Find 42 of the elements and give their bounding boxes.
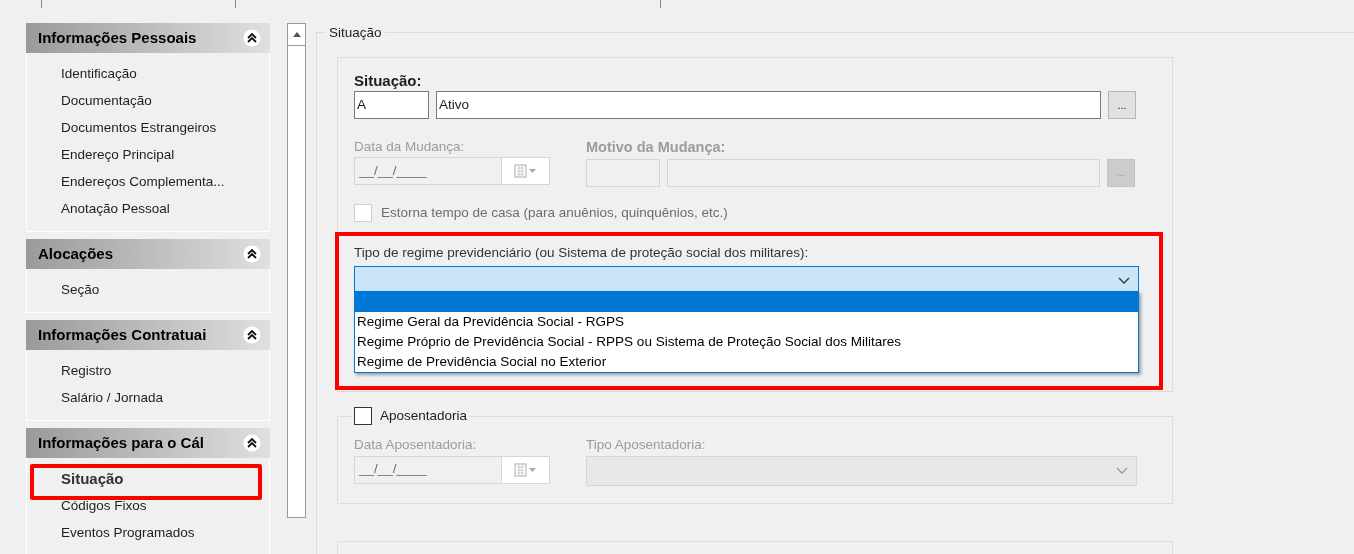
nav-item[interactable]: Endereços Complementa...	[61, 172, 225, 193]
nav-item[interactable]: Registro	[61, 361, 112, 382]
field-label: Situação:	[354, 72, 423, 90]
checkbox-label: Aposentadoria	[380, 407, 468, 426]
nav-item[interactable]: Seção	[61, 280, 100, 301]
nav-item[interactable]: Eventos Programados	[61, 523, 195, 544]
collapse-icon[interactable]	[242, 244, 262, 264]
calendar-icon	[513, 462, 538, 477]
name-field[interactable]: Ativo	[436, 91, 1101, 119]
nav-item[interactable]: Endereço Principal	[61, 145, 175, 166]
nav-item[interactable]: Anotação Pessoal	[61, 199, 170, 220]
nav-item[interactable]: Salário / Jornada	[61, 388, 164, 409]
scroll-up-icon[interactable]	[292, 32, 301, 37]
nav-item[interactable]: Documentos Estrangeiros	[61, 118, 217, 139]
section-header[interactable]: Informações para o Cál	[26, 428, 270, 458]
dropdown-option[interactable]: Regime de Previdência Social no Exterior	[355, 352, 1138, 372]
field-label: Tipo Aposentadoria:	[586, 436, 707, 455]
dropdown-option[interactable]: Regime Geral da Previdência Social - RGPS	[355, 312, 1138, 332]
nav-item[interactable]: Identificação	[61, 64, 137, 85]
field-label: Data da Mudança:	[354, 138, 466, 156]
checkbox-label: Estorna tempo de casa (para anuênios, quinquênios, etc.)	[381, 203, 728, 222]
field-label: Tipo de regime previdenciário (ou Sistema de proteção social dos militares):	[354, 244, 810, 262]
dropdown-option[interactable]: Regime Próprio de Previdência Social - RPPS ou Sistema de Proteção Social dos Militares	[355, 332, 1138, 352]
nav-item[interactable]: Códigos Fixos	[61, 496, 147, 517]
field-label: Motivo da Mudança:	[586, 138, 727, 157]
name-field[interactable]	[667, 158, 1100, 187]
nav-item[interactable]: Situação	[61, 468, 124, 491]
field-label: Data Aposentadoria:	[354, 436, 478, 455]
code-field[interactable]: A	[354, 91, 429, 119]
section-header[interactable]: Informações Contratuai	[26, 320, 270, 350]
browse-button[interactable]: ...	[1108, 91, 1136, 119]
chevron-down-icon	[1116, 466, 1128, 475]
nav-item[interactable]: Documentação	[61, 91, 152, 112]
collapse-icon[interactable]	[242, 433, 262, 453]
section-header[interactable]: Alocações	[26, 239, 270, 269]
collapse-icon[interactable]	[242, 325, 262, 345]
code-field[interactable]	[586, 158, 660, 187]
chevron-down-icon	[1118, 276, 1130, 285]
collapse-icon[interactable]	[242, 28, 262, 48]
calendar-icon	[513, 164, 538, 179]
scrollbar[interactable]	[287, 23, 306, 518]
section-header[interactable]: Informações Pessoais	[26, 23, 270, 53]
